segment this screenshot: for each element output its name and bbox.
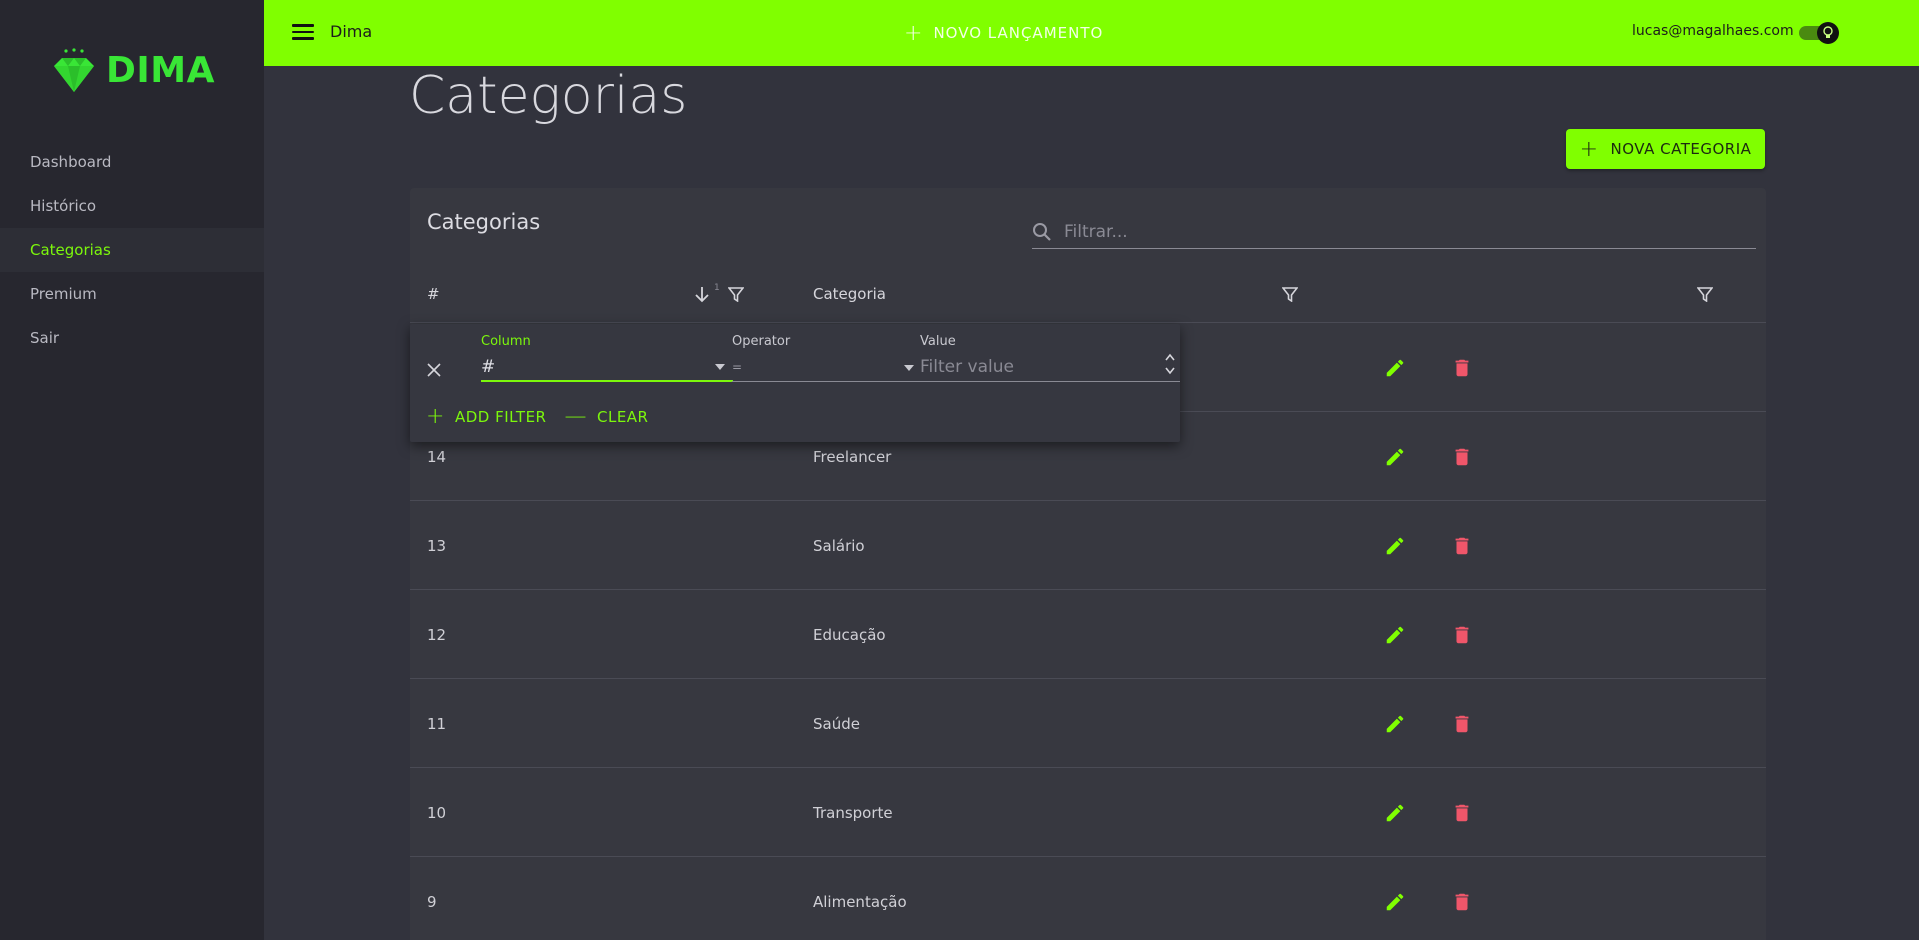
filter-column-select[interactable]: Column # bbox=[481, 334, 733, 382]
sidebar-item-categorias[interactable]: Categorias bbox=[0, 228, 264, 272]
table-row: 12 Educação bbox=[410, 590, 1766, 679]
sort-index: 1 bbox=[714, 283, 720, 293]
new-category-button[interactable]: + NOVA CATEGORIA bbox=[1566, 129, 1765, 169]
sidebar-nav: Dashboard Histórico Categorias Premium S… bbox=[0, 140, 264, 360]
plus-icon: + bbox=[426, 404, 445, 429]
pencil-icon[interactable] bbox=[1383, 356, 1407, 380]
table-row: 10 Transporte bbox=[410, 768, 1766, 857]
search-input[interactable] bbox=[1064, 222, 1714, 242]
user-email: lucas@magalhaes.com bbox=[1632, 23, 1794, 39]
filter-column-label: Column bbox=[481, 334, 531, 349]
categories-card: Categorias # 1 Categoria 1 bbox=[410, 188, 1766, 940]
sidebar-item-dashboard[interactable]: Dashboard bbox=[0, 140, 264, 184]
trash-icon[interactable] bbox=[1450, 623, 1474, 647]
diamond-icon bbox=[54, 48, 94, 92]
filter-value-input[interactable] bbox=[920, 357, 1140, 377]
filter-operator-value: = bbox=[732, 360, 743, 374]
trash-icon[interactable] bbox=[1450, 890, 1474, 914]
filter-panel: Column # Operator = Value + ADD FILTER —… bbox=[410, 324, 1180, 442]
cell-id: 13 bbox=[427, 536, 447, 555]
cell-categoria: Alimentação bbox=[813, 892, 907, 911]
filter-icon[interactable] bbox=[1280, 284, 1300, 304]
cell-categoria: Saúde bbox=[813, 714, 860, 733]
sidebar-item-sair[interactable]: Sair bbox=[0, 316, 264, 360]
pencil-icon[interactable] bbox=[1383, 534, 1407, 558]
cell-id: 9 bbox=[427, 892, 437, 911]
cell-id: 12 bbox=[427, 625, 447, 644]
clear-filter-label: CLEAR bbox=[596, 407, 649, 426]
cell-categoria: Educação bbox=[813, 625, 886, 644]
clear-filter-button[interactable]: — CLEAR bbox=[564, 404, 648, 429]
filter-actions: + ADD FILTER — CLEAR bbox=[426, 404, 666, 429]
plus-icon: + bbox=[1579, 136, 1599, 162]
filter-icon[interactable] bbox=[1695, 284, 1715, 304]
app-title: Dima bbox=[330, 22, 373, 41]
pencil-icon[interactable] bbox=[1383, 623, 1407, 647]
new-entry-label: NOVO LANÇAMENTO bbox=[933, 24, 1104, 42]
filter-icon[interactable] bbox=[726, 284, 746, 304]
filter-operator-label: Operator bbox=[732, 334, 791, 349]
sidebar-item-premium[interactable]: Premium bbox=[0, 272, 264, 316]
filter-column-value: # bbox=[481, 357, 496, 377]
filter-value-field[interactable]: Value bbox=[920, 334, 1180, 382]
table-row: 13 Salário bbox=[410, 501, 1766, 590]
chevron-down-icon bbox=[715, 364, 725, 370]
cell-categoria: Transporte bbox=[813, 803, 893, 822]
plus-icon: + bbox=[904, 20, 924, 46]
pencil-icon[interactable] bbox=[1383, 712, 1407, 736]
filter-value-label: Value bbox=[920, 334, 956, 349]
trash-icon[interactable] bbox=[1450, 445, 1474, 469]
close-icon[interactable] bbox=[424, 360, 444, 380]
number-stepper-icon[interactable] bbox=[1164, 351, 1176, 377]
filter-operator-select[interactable]: Operator = bbox=[732, 334, 922, 382]
chevron-down-icon bbox=[904, 365, 914, 371]
pencil-icon[interactable] bbox=[1383, 890, 1407, 914]
sidebar: DIMA Dashboard Histórico Categorias Prem… bbox=[0, 0, 264, 940]
logo[interactable]: DIMA bbox=[54, 46, 215, 94]
pencil-icon[interactable] bbox=[1383, 445, 1407, 469]
card-title: Categorias bbox=[427, 210, 541, 234]
sort-desc-icon[interactable] bbox=[692, 284, 712, 304]
trash-icon[interactable] bbox=[1450, 712, 1474, 736]
table-row: 9 Alimentação bbox=[410, 857, 1766, 940]
theme-toggle[interactable] bbox=[1799, 22, 1839, 44]
page-title: Categorias bbox=[409, 66, 688, 126]
cell-categoria: Salário bbox=[813, 536, 865, 555]
add-filter-button[interactable]: + ADD FILTER bbox=[426, 404, 546, 429]
sidebar-item-historico[interactable]: Histórico bbox=[0, 184, 264, 228]
new-entry-button[interactable]: + NOVO LANÇAMENTO bbox=[904, 20, 1103, 46]
table-header: # 1 Categoria bbox=[410, 265, 1766, 323]
trash-icon[interactable] bbox=[1450, 534, 1474, 558]
column-header-id[interactable]: # bbox=[427, 265, 440, 323]
logo-text: DIMA bbox=[106, 49, 215, 91]
cell-id: 11 bbox=[427, 714, 447, 733]
new-category-label: NOVA CATEGORIA bbox=[1610, 140, 1752, 158]
pencil-icon[interactable] bbox=[1383, 801, 1407, 825]
minus-icon: — bbox=[564, 404, 587, 429]
trash-icon[interactable] bbox=[1450, 356, 1474, 380]
cell-id: 10 bbox=[427, 803, 447, 822]
table-row: 11 Saúde bbox=[410, 679, 1766, 768]
add-filter-label: ADD FILTER bbox=[454, 407, 547, 426]
search-field[interactable] bbox=[1032, 216, 1756, 249]
menu-icon[interactable] bbox=[290, 20, 316, 46]
top-app-bar: Dima + NOVO LANÇAMENTO lucas@magalhaes.c… bbox=[264, 0, 1919, 66]
search-icon bbox=[1033, 223, 1051, 241]
lightbulb-icon bbox=[1817, 22, 1839, 44]
column-header-categoria[interactable]: Categoria bbox=[813, 265, 886, 323]
trash-icon[interactable] bbox=[1450, 801, 1474, 825]
